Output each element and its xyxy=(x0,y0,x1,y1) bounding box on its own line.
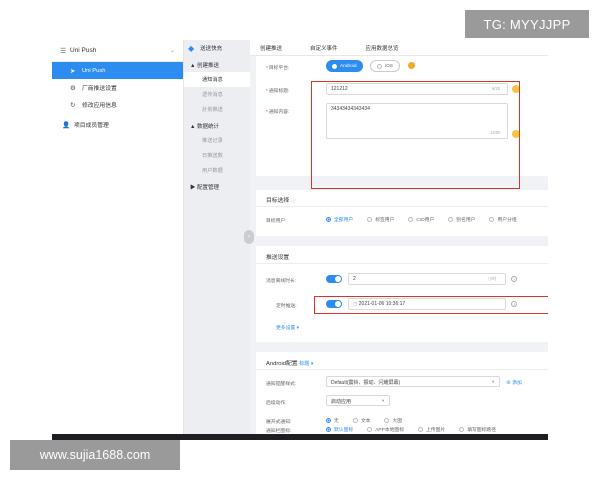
divider xyxy=(256,369,548,370)
sub-item-notification[interactable]: 通知消息 xyxy=(184,72,250,87)
sidebar-item-vendor-settings[interactable]: ⚙ 厂商推送设置 xyxy=(52,79,183,96)
title-label: *通知标题: xyxy=(266,89,290,94)
radio-icon-upload[interactable]: 上传图片 xyxy=(418,426,445,433)
sidebar-item-label: 修改应用信息 xyxy=(82,103,117,109)
chevron-down-icon: ▾ xyxy=(492,379,495,384)
platform-android-label: Android xyxy=(340,63,357,69)
icon-label: 通知栏图标: xyxy=(266,429,292,434)
sidebar-item-members[interactable]: 👤 项目成员管理 xyxy=(52,116,183,133)
app-name: Uni Push xyxy=(70,47,97,54)
sidebar-item-label: 厂商推送设置 xyxy=(82,86,117,92)
sidebar-item-edit-app[interactable]: ↻ 修改应用信息 xyxy=(52,96,183,113)
group-label: 配置管理 xyxy=(197,185,220,191)
radio-alias-users[interactable]: 别名用户 xyxy=(448,216,475,223)
tab-overview[interactable]: 应用数据总览 xyxy=(366,44,399,52)
radio-icon-path[interactable]: 填写图标路径 xyxy=(459,426,496,433)
radio-all-users[interactable]: 全部用户 xyxy=(326,216,353,223)
group-label: 数据统计 xyxy=(196,124,219,130)
gear-icon: ⚙ xyxy=(70,84,76,92)
tab-custom-event[interactable]: 自定义事件 xyxy=(310,44,338,52)
left-sidebar: ☰ Uni Push ⌄ ➤ Uni Push ⚙ 厂商推送设置 ↻ 修改应用信… xyxy=(52,40,184,438)
ttl-input[interactable]: 2 xyxy=(348,273,506,285)
divider xyxy=(256,206,548,207)
send-icon: ➤ xyxy=(70,67,76,75)
highlight-box-title-content xyxy=(311,81,520,189)
warning-icon xyxy=(408,62,415,69)
highlight-box-schedule xyxy=(314,296,548,314)
push-settings-card: 推送设置 消息离线时长: 2 小时 ? 定时推送: ◷ 2021-01-06 1… xyxy=(256,246,548,342)
group-create-push[interactable]: ▲ 创建推送 xyxy=(184,56,250,72)
app-window: ☰ Uni Push ⌄ ➤ Uni Push ⚙ 厂商推送设置 ↻ 修改应用信… xyxy=(52,40,548,438)
add-style-link[interactable]: ⊕ 添加 xyxy=(506,379,522,386)
ttl-unit: 小时 xyxy=(488,276,497,281)
sub-item-plan[interactable]: 計划推送 xyxy=(184,102,250,117)
sidebar-item-uni-push[interactable]: ➤ Uni Push xyxy=(52,62,183,79)
quick-tab[interactable]: ◆ 送送快充 xyxy=(184,40,250,56)
help-icon[interactable]: ? xyxy=(511,276,517,282)
sub-item-daily[interactable]: 日推送数 xyxy=(184,148,250,163)
sub-item-records[interactable]: 推送记录 xyxy=(184,133,250,148)
platform-ios-button[interactable]: iOS xyxy=(370,60,400,72)
radio-group-users[interactable]: 用户分组 xyxy=(489,216,517,223)
menu-icon: ☰ xyxy=(60,47,67,55)
platform-ios-label: iOS xyxy=(385,63,393,69)
push-settings-title: 推送设置 xyxy=(266,255,290,261)
android-config-title: Android配置 标题 ▾ xyxy=(266,361,314,367)
group-label: 创建推送 xyxy=(196,63,219,69)
schedule-label: 定时推送: xyxy=(276,304,297,309)
sub-item-userdata[interactable]: 用户数据 xyxy=(184,163,250,178)
watermark-top: TG: MYYJJPP xyxy=(465,10,589,38)
group-config[interactable]: ▶ 配置管理 xyxy=(184,178,250,194)
style-select[interactable]: Default(震铃、振动、闪耀屏幕) xyxy=(326,376,500,387)
radio-icon-local[interactable]: APP本地图标 xyxy=(367,426,404,433)
radio-icon-default[interactable]: 默认图标 xyxy=(326,426,353,433)
sidebar-item-label: Uni Push xyxy=(82,67,106,74)
action-label: 后续动作: xyxy=(266,401,287,406)
target-user-options: 全部用户 标签用户 CID用户 别名用户 用户分组 xyxy=(326,216,531,223)
ttl-toggle[interactable] xyxy=(326,275,342,283)
target-title: 目标选择 ⓘ xyxy=(266,198,296,204)
target-user-label: 目标用户: xyxy=(266,219,287,224)
chevron-down-icon: ▾ xyxy=(382,398,385,403)
radio-expand-text[interactable]: 文本 xyxy=(352,417,370,424)
cube-icon: ◆ xyxy=(188,43,195,53)
sub-item-passthrough[interactable]: 透传消息 xyxy=(184,87,250,102)
style-label: 通知提醒样式: xyxy=(266,382,297,387)
watermark-bottom: www.sujia1688.com xyxy=(10,440,180,470)
radio-dot xyxy=(332,63,337,69)
more-settings-link[interactable]: 更多设置 ▾ xyxy=(276,324,299,331)
platform-label: *目标平台: xyxy=(266,66,290,71)
radio-dot xyxy=(377,63,382,69)
group-stats[interactable]: ▲ 数据统计 xyxy=(184,117,250,133)
radio-tag-users[interactable]: 标签用户 xyxy=(367,216,394,223)
content-label: *通知内容: xyxy=(266,110,290,115)
refresh-icon: ↻ xyxy=(70,101,76,109)
tab-create-push[interactable]: 创建推送 xyxy=(260,44,282,52)
ttl-label: 消息离线时长: xyxy=(266,279,297,284)
secondary-sidebar: ◆ 送送快充 ▲ 创建推送 通知消息 透传消息 計划推送 ▲ 数据统计 推送记录… xyxy=(184,40,254,438)
target-card: 目标选择 ⓘ 目标用户: 全部用户 标签用户 CID用户 别名用户 用户分组 xyxy=(256,190,548,236)
expand-label: 展开式通知: xyxy=(266,420,292,425)
radio-expand-image[interactable]: 大图 xyxy=(384,417,402,424)
expand-options: 无 文本 大图 xyxy=(326,417,416,424)
radio-cid-users[interactable]: CID用户 xyxy=(408,216,434,223)
platform-android-button[interactable]: Android xyxy=(326,60,363,72)
action-select[interactable]: 启动应用 xyxy=(326,395,390,406)
user-icon: 👤 xyxy=(62,121,71,129)
divider xyxy=(256,263,548,264)
top-tab-bar: 创建推送 自定义事件 应用数据总览 xyxy=(250,40,548,56)
quick-tab-label: 送送快充 xyxy=(200,46,223,52)
app-switcher[interactable]: ☰ Uni Push ⌄ xyxy=(52,40,183,62)
sidebar-item-label: 项目成员管理 xyxy=(74,123,109,129)
chevron-down-icon: ⌄ xyxy=(169,48,175,54)
icon-options: 默认图标 APP本地图标 上传图片 填写图标路径 xyxy=(326,426,510,433)
radio-expand-none[interactable]: 无 xyxy=(326,417,339,424)
